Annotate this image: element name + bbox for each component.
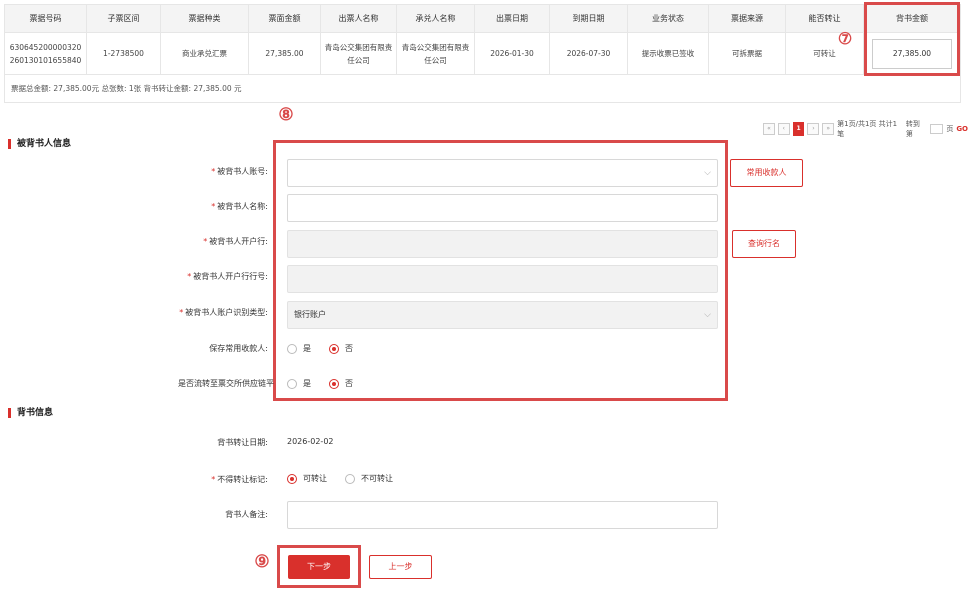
bill-no-cell: 630645200000320260130101655840 bbox=[4, 32, 87, 75]
endorse-date-value: 2026-02-02 bbox=[287, 437, 334, 446]
nontransfer-radio-group: 可转让 不可转让 bbox=[287, 473, 411, 484]
endorser-remark-input[interactable] bbox=[287, 501, 718, 529]
chevron-down-icon: ⌵ bbox=[704, 310, 711, 320]
page-unit: 页 bbox=[946, 125, 954, 133]
col-header: 票面金额 bbox=[248, 4, 321, 33]
page-1-button[interactable]: 1 bbox=[792, 122, 805, 136]
status-cell: 提示收票已签收 bbox=[627, 32, 709, 75]
nontransfer-label: * 不得转让标记: bbox=[211, 475, 268, 484]
issue-date-cell: 2026-01-30 bbox=[474, 32, 550, 75]
radio-icon bbox=[345, 473, 355, 484]
query-bank-button[interactable]: 查询行名 bbox=[732, 230, 796, 258]
col-header: 出票人名称 bbox=[320, 4, 397, 33]
radio-checked-icon bbox=[329, 343, 339, 354]
page-info: 第1页/共1页 共计1笔 bbox=[837, 120, 898, 138]
col-header: 票据号码 bbox=[4, 4, 87, 33]
endorsee-account-select[interactable]: ⌵ bbox=[287, 159, 718, 187]
endorsee-section-title: 被背书人信息 bbox=[8, 139, 71, 149]
endorse-date-label: 背书转让日期: bbox=[217, 438, 268, 447]
id-type-select[interactable]: 银行账户 ⌵ bbox=[287, 301, 718, 329]
next-page-button[interactable]: › bbox=[807, 123, 820, 135]
radio-checked-icon bbox=[287, 473, 297, 484]
col-header: 出票日期 bbox=[474, 4, 550, 33]
next-step-button[interactable]: 下一步 bbox=[288, 555, 350, 579]
id-type-label: * 被背书人账户识别类型: bbox=[179, 308, 268, 317]
prev-page-button[interactable]: ‹ bbox=[777, 123, 790, 135]
endorsement-section-title: 背书信息 bbox=[8, 408, 53, 418]
radio-checked-icon bbox=[329, 378, 339, 389]
last-page-button[interactable]: » bbox=[822, 123, 835, 135]
endorsee-bank-no-input[interactable] bbox=[287, 265, 718, 293]
summary-row: 票据总金额: 27,385.00元 总张数: 1张 背书转让金额: 27,385… bbox=[4, 74, 961, 103]
highlight-box-7 bbox=[864, 2, 960, 76]
col-header: 到期日期 bbox=[549, 4, 628, 33]
acceptor-cell: 青岛公交集团有限责任公司 bbox=[396, 32, 475, 75]
common-payee-button[interactable]: 常用收款人 bbox=[730, 159, 803, 187]
save-payee-radio-group: 是 否 bbox=[287, 343, 371, 354]
endorsee-bank-input[interactable] bbox=[287, 230, 718, 258]
col-header: 承兑人名称 bbox=[396, 4, 475, 33]
source-cell: 可拆票据 bbox=[708, 32, 786, 75]
annotation-7: ⑦ bbox=[837, 29, 853, 48]
col-header: 票据种类 bbox=[160, 4, 249, 33]
sub-range-cell: 1-2738500 bbox=[86, 32, 161, 75]
table-header-row: 票据号码 子票区间 票据种类 票面金额 出票人名称 承兑人名称 出票日期 到期日… bbox=[4, 4, 961, 33]
transferable-option[interactable]: 可转让 bbox=[287, 473, 327, 484]
radio-icon bbox=[287, 343, 297, 354]
name-label: * 被背书人名称: bbox=[211, 202, 268, 211]
save-payee-yes[interactable]: 是 bbox=[287, 343, 311, 354]
account-label: * 被背书人账号: bbox=[211, 167, 268, 176]
prev-step-button[interactable]: 上一步 bbox=[369, 555, 432, 579]
flow-platform-no[interactable]: 否 bbox=[329, 378, 353, 389]
col-header: 子票区间 bbox=[86, 4, 161, 33]
bank-label: * 被背书人开户行: bbox=[203, 237, 268, 246]
goto-label: 转到第 bbox=[905, 120, 920, 138]
radio-icon bbox=[287, 378, 297, 389]
annotation-8: ⑧ bbox=[278, 105, 294, 125]
annotation-9: ⑨ bbox=[254, 552, 270, 572]
bill-type-cell: 商业承兑汇票 bbox=[160, 32, 249, 75]
flow-platform-label: 是否流转至票交所供应链平台 bbox=[178, 379, 274, 388]
first-page-button[interactable]: « bbox=[763, 123, 775, 135]
col-header: 业务状态 bbox=[627, 4, 709, 33]
drawer-cell: 青岛公交集团有限责任公司 bbox=[320, 32, 397, 75]
bill-table: 票据号码 子票区间 票据种类 票面金额 出票人名称 承兑人名称 出票日期 到期日… bbox=[4, 4, 961, 103]
chevron-down-icon: ⌵ bbox=[704, 168, 711, 178]
due-date-cell: 2026-07-30 bbox=[549, 32, 628, 75]
endorsee-name-input[interactable] bbox=[287, 194, 718, 222]
table-row: 630645200000320260130101655840 1-2738500… bbox=[4, 32, 961, 75]
face-amount-cell: 27,385.00 bbox=[248, 32, 321, 75]
col-header: 票据来源 bbox=[708, 4, 786, 33]
flow-platform-yes[interactable]: 是 bbox=[287, 378, 311, 389]
page-number-input[interactable] bbox=[929, 124, 944, 134]
save-payee-no[interactable]: 否 bbox=[329, 343, 353, 354]
bank-no-label: * 被背书人开户行行号: bbox=[187, 272, 268, 281]
summary-text: 票据总金额: 27,385.00元 总张数: 1张 背书转让金额: 27,385… bbox=[4, 74, 961, 103]
pagination: « ‹ 1 › » 第1页/共1页 共计1笔 转到第 页 GO bbox=[763, 119, 968, 139]
nontransferable-option[interactable]: 不可转让 bbox=[345, 473, 393, 484]
flow-platform-radio-group: 是 否 bbox=[287, 378, 371, 389]
save-payee-label: 保存常用收款人: bbox=[209, 344, 268, 353]
go-button[interactable]: GO bbox=[956, 125, 968, 133]
remark-label: 背书人备注: bbox=[225, 510, 268, 519]
